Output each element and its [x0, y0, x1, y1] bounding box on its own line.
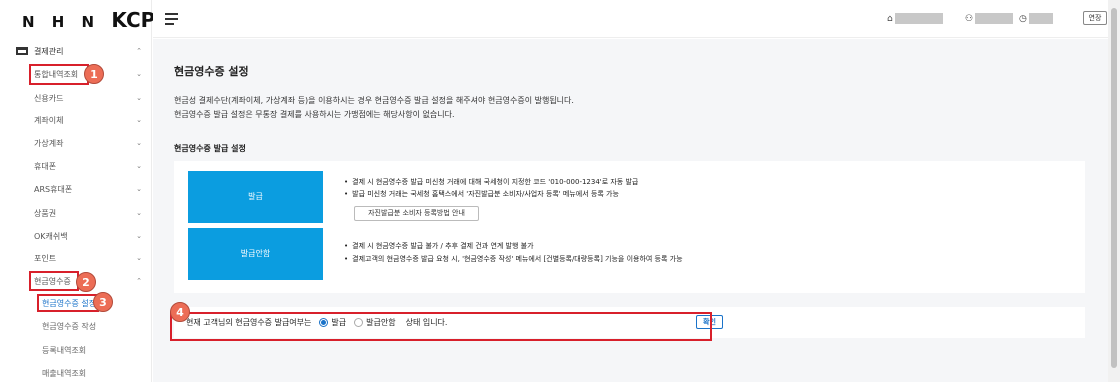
issue-settings-card: 발급 결제 시 현금영수증 발급 미신청 거래에 대해 국세청이 지정한 코드 … — [174, 161, 1085, 293]
header-session-group: ◷ — [1019, 13, 1053, 24]
chevron-down-icon: ⌄ — [136, 254, 142, 262]
vertical-scrollbar[interactable] — [1108, 0, 1120, 382]
chevron-down-icon: ⌄ — [136, 70, 142, 78]
sidebar-item-ok-cashbag[interactable]: OK캐쉬백 ⌄ — [34, 229, 142, 243]
sidebar-item-virtual-account[interactable]: 가상계좌 ⌄ — [34, 136, 142, 150]
sidebar-item-gift-card[interactable]: 상품권 ⌄ — [34, 206, 142, 220]
chevron-up-icon: ⌃ — [136, 277, 142, 285]
sidebar-item-label: ARS휴대폰 — [34, 184, 73, 194]
sidebar-item-label: 포인트 — [34, 253, 57, 263]
nhn-kcp-logo[interactable]: N H N KCP — [22, 8, 155, 32]
chevron-down-icon: ⌄ — [136, 162, 142, 170]
home-icon: ⌂ — [887, 13, 893, 24]
issue-bullet-1: 결제 시 현금영수증 발급 미신청 거래에 대해 국세청이 지정한 코드 '01… — [344, 177, 638, 187]
sidebar-menu-label: 결제관리 — [34, 46, 64, 56]
user-icon: ⚇ — [965, 13, 974, 24]
chevron-down-icon: ⌄ — [136, 116, 142, 124]
no-issue-bullet-1: 결제 시 현금영수증 발급 불가 / 추후 결제 건과 연계 발행 불가 — [344, 241, 533, 251]
submenu-cash-receipt-create[interactable]: 현금영수증 작성 — [42, 321, 96, 332]
chevron-down-icon: ⌄ — [136, 185, 142, 193]
header-home-group[interactable]: ⌂ — [887, 13, 943, 24]
chevron-down-icon: ⌄ — [136, 139, 142, 147]
masked-user-name — [975, 13, 1014, 24]
sidebar-item-account-transfer[interactable]: 계좌이체 ⌄ — [34, 113, 142, 127]
sidebar-item-ars-mobile[interactable]: ARS휴대폰 ⌄ — [34, 182, 142, 196]
chevron-down-icon: ⌄ — [136, 209, 142, 217]
logo-name: KCP — [111, 8, 156, 32]
submenu-sales-history[interactable]: 매출내역조회 — [42, 368, 86, 379]
page-title: 현금영수증 설정 — [174, 65, 249, 78]
no-issue-bullet-2: 결제고객의 현금영수증 발급 요청 시, '현금영수증 작성' 메뉴에서 [건별… — [344, 254, 682, 264]
highlight-box-2 — [29, 271, 79, 291]
issue-bullet-2: 발급 미신청 거래는 국세청 홈택스에서 '자진발급분 소비자/사업자 등록' … — [344, 189, 619, 199]
card-icon — [16, 47, 28, 55]
clock-icon: ◷ — [1019, 13, 1027, 24]
page-description-2: 현금영수증 발급 설정은 무통장 결제를 사용하시는 가맹점에는 해당사항이 없… — [174, 110, 455, 119]
chevron-up-icon: ⌃ — [136, 47, 142, 55]
step-badge-1: 1 — [84, 64, 104, 84]
highlight-box-4 — [170, 312, 712, 341]
sidebar-item-label: 상품권 — [34, 208, 57, 218]
masked-site-name — [894, 13, 943, 24]
sidebar-item-credit-card[interactable]: 신용카드 ⌄ — [34, 91, 142, 105]
sidebar-menu-payment-management[interactable]: 결제관리 ⌃ — [16, 44, 142, 58]
step-badge-3: 3 — [93, 292, 113, 312]
sidebar-item-label: 신용카드 — [34, 93, 64, 103]
sidebar-item-point[interactable]: 포인트 ⌄ — [34, 251, 142, 265]
highlight-box-1 — [29, 64, 89, 85]
logo-prefix: N H N — [22, 13, 101, 31]
issue-option-box: 발급 — [188, 171, 323, 223]
self-issue-guide-button[interactable]: 자진발급분 소비자 등록방법 안내 — [354, 206, 479, 221]
highlight-box-3 — [37, 294, 99, 312]
sidebar-item-label: 휴대폰 — [34, 161, 57, 171]
sidebar-item-label: 가상계좌 — [34, 138, 64, 148]
hamburger-menu-icon[interactable] — [165, 13, 178, 25]
masked-session-time — [1028, 13, 1053, 24]
chevron-down-icon: ⌄ — [136, 232, 142, 240]
step-badge-2: 2 — [76, 272, 96, 292]
page-description-1: 현금성 결제수단(계좌이체, 가상계좌 등)을 이용하시는 경우 현금영수증 발… — [174, 96, 574, 105]
scrollbar-thumb[interactable] — [1111, 8, 1117, 368]
no-issue-option-box: 발급안함 — [188, 228, 323, 280]
sidebar-item-label: 계좌이체 — [34, 115, 64, 125]
step-badge-4: 4 — [170, 302, 190, 322]
header-user-group[interactable]: ⚇ — [965, 13, 1014, 24]
sidebar: N H N KCP 결제관리 ⌃ 통합내역조회 ⌄ 신용카드 ⌄ 계좌이체 ⌄ 가상계… — [0, 0, 155, 382]
section-title: 현금영수증 발급 설정 — [174, 144, 246, 153]
sidebar-item-mobile[interactable]: 휴대폰 ⌄ — [34, 159, 142, 173]
app-window: N H N KCP 결제관리 ⌃ 통합내역조회 ⌄ 신용카드 ⌄ 계좌이체 ⌄ 가상계… — [0, 0, 1120, 382]
extend-session-button[interactable]: 연장 — [1083, 11, 1107, 25]
submenu-registration-history[interactable]: 등록내역조회 — [42, 345, 86, 356]
chevron-down-icon: ⌄ — [136, 94, 142, 102]
top-header: ⌂ ⚇ ◷ 연장 — [153, 0, 1108, 38]
sidebar-item-label: OK캐쉬백 — [34, 231, 68, 241]
